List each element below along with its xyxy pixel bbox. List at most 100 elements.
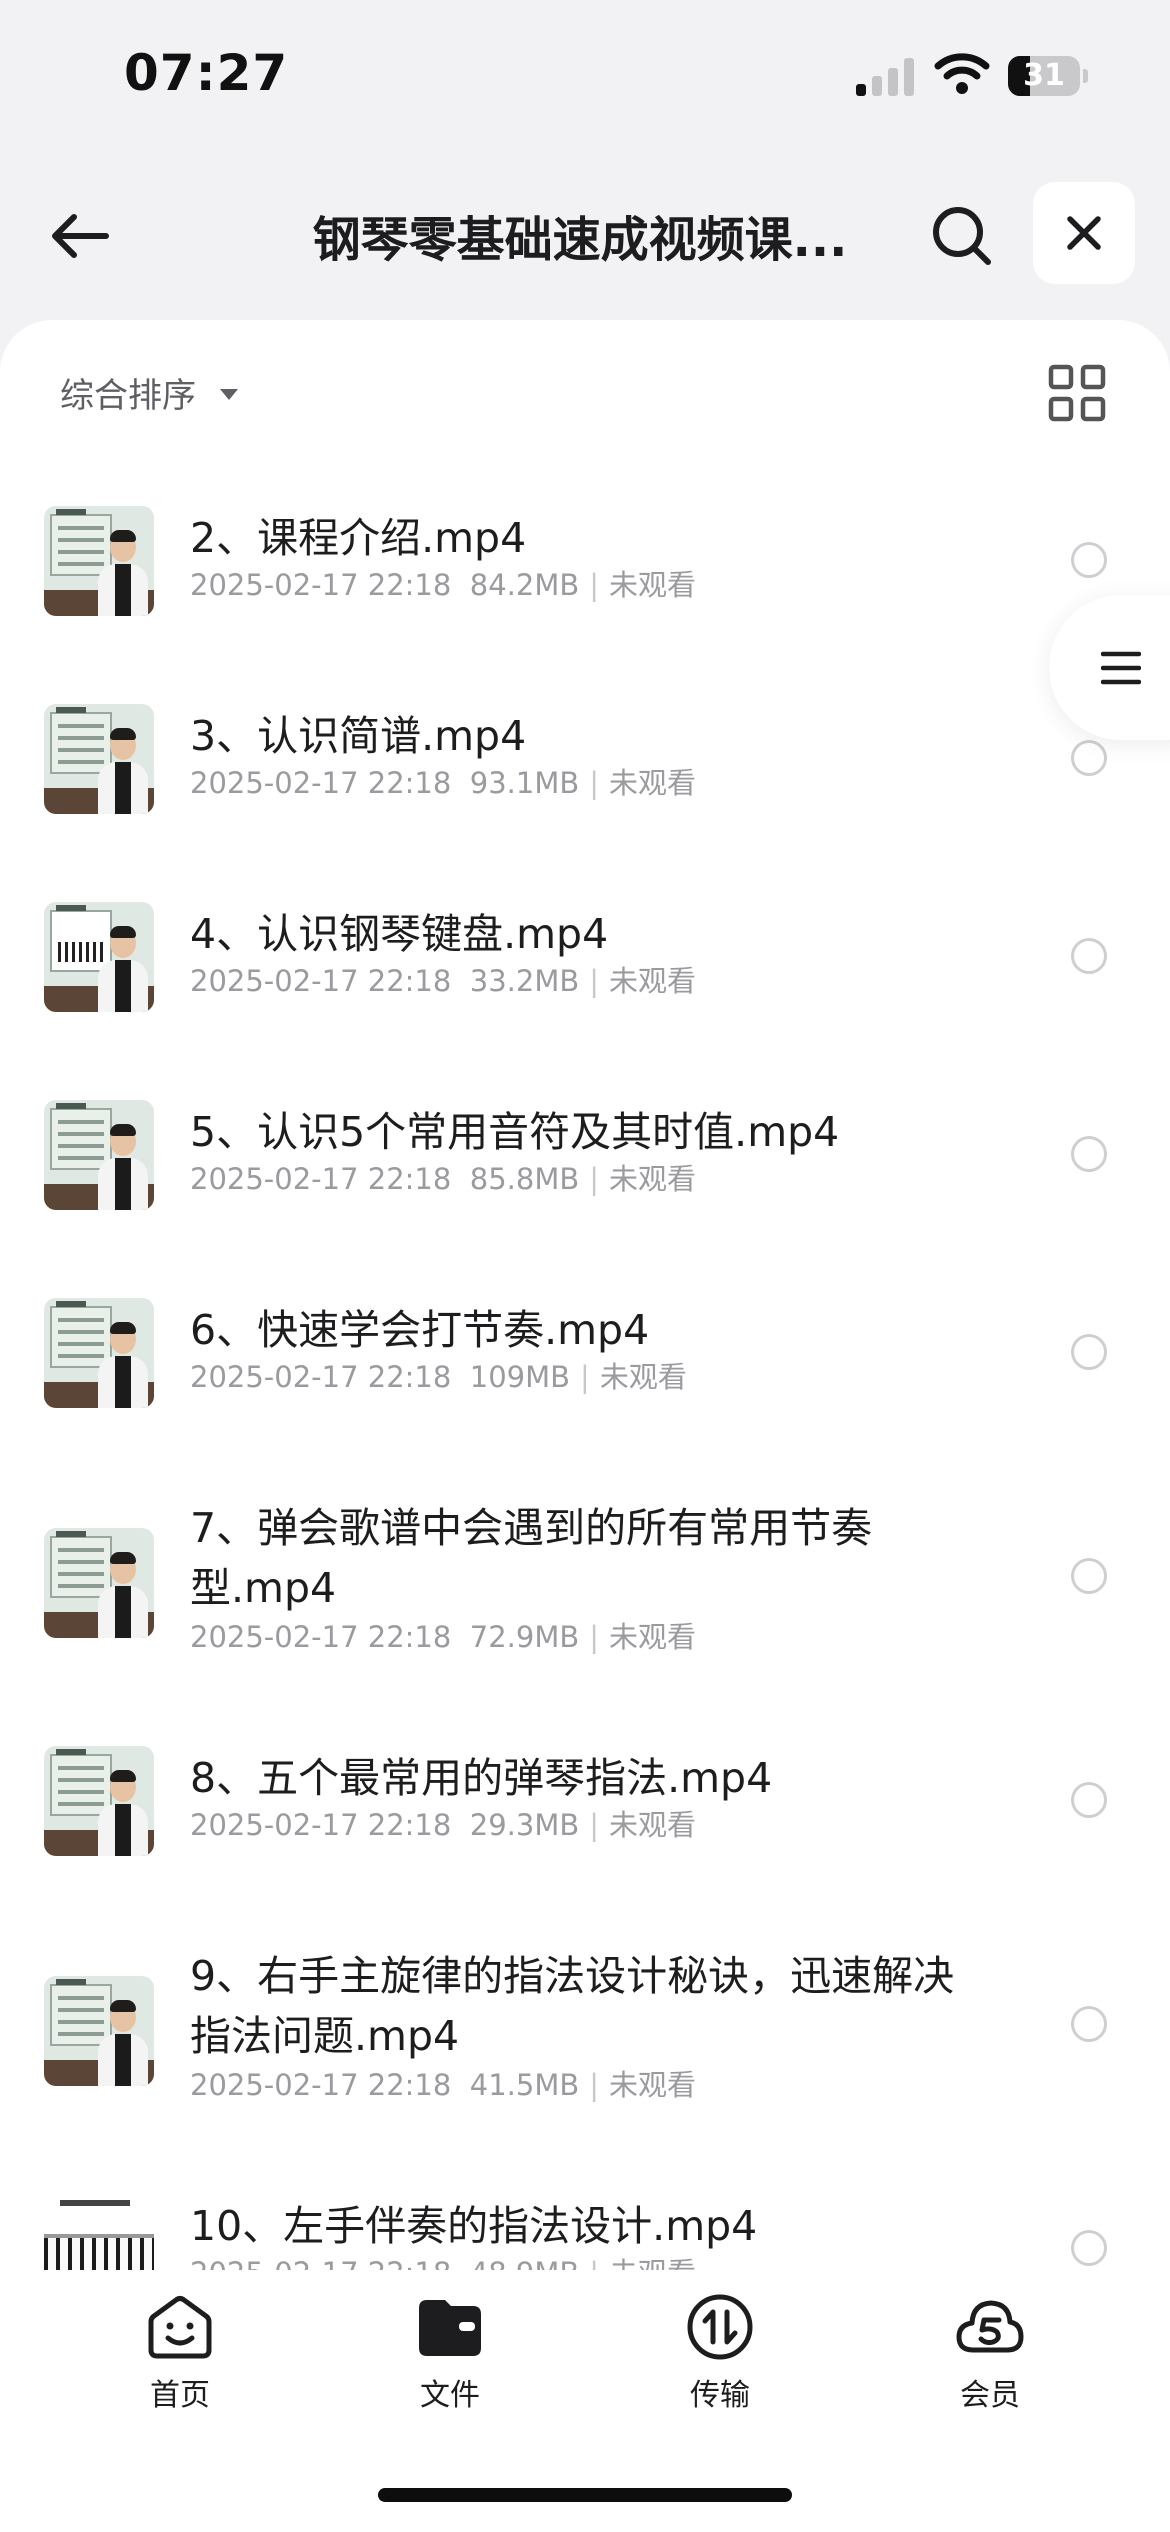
watch-status: 未观看 [609,1620,697,1654]
watch-status: 未观看 [609,1162,697,1196]
meta-separator: | [589,1620,600,1654]
tab-membership-label: 会员 [960,2378,1020,2413]
meta-separator: | [589,568,600,602]
cellular-signal-icon [856,58,916,96]
file-row[interactable]: 3、认识简谱.mp4 2025-02-17 22:18 93.1MB | 未观看 [0,668,1170,866]
status-bar: 07:27 31 [0,0,1170,150]
file-row[interactable]: 2、课程介绍.mp4 2025-02-17 22:18 84.2MB | 未观看 [0,470,1170,668]
caret-down-icon [220,388,238,400]
file-row[interactable]: 9、右手主旋律的指法设计秘诀，迅速解决指法问题.mp4 2025-02-17 22… [0,1908,1170,2158]
file-name: 2、课程介绍.mp4 [190,514,527,562]
sort-bar: 综合排序 [0,320,1170,470]
file-row[interactable]: 4、认识钢琴键盘.mp4 2025-02-17 22:18 33.2MB | 未观看 [0,866,1170,1064]
grid-view-icon[interactable] [1048,364,1106,422]
video-thumbnail [44,902,154,1012]
tab-membership[interactable]: 会员 [910,2292,1070,2422]
meta-separator: | [580,1360,590,1394]
file-meta: 2025-02-17 22:18 93.1MB | 未观看 [190,760,696,802]
select-radio[interactable] [1071,2006,1107,2042]
video-thumbnail [44,1976,154,2086]
select-radio[interactable] [1071,2230,1107,2266]
file-row[interactable]: 8、五个最常用的弹琴指法.mp4 2025-02-17 22:18 29.3MB |… [0,1710,1170,1908]
file-date: 2025-02-17 22:18 [190,964,452,998]
video-thumbnail [44,1746,154,1856]
meta-spacer [451,964,469,998]
meta-spacer [451,568,469,602]
select-radio[interactable] [1071,938,1107,974]
video-thumbnail [44,2194,154,2280]
back-button[interactable] [40,196,120,276]
search-button[interactable] [920,194,1004,278]
close-button[interactable] [1033,182,1135,284]
file-size: 93.1MB [469,766,580,800]
file-date: 2025-02-17 22:18 [190,1808,452,1842]
meta-separator: | [589,766,600,800]
file-date: 2025-02-17 22:18 [190,1162,452,1196]
status-time: 07:27 [124,44,289,102]
file-list: 2、课程介绍.mp4 2025-02-17 22:18 84.2MB | 未观看 3、认… [0,470,1170,2280]
watch-status: 未观看 [609,964,697,998]
meta-spacer [451,2068,469,2102]
meta-spacer [451,1162,469,1196]
file-meta: 2025-02-17 22:18 109MB | 未观看 [190,1354,687,1396]
battery-level: 31 [1023,58,1065,93]
folder-icon [419,2300,481,2356]
file-date: 2025-02-17 22:18 [190,2068,452,2102]
arrow-left-icon [52,214,109,258]
select-radio[interactable] [1071,1558,1107,1594]
file-meta: 2025-02-17 22:18 84.2MB | 未观看 [190,562,696,604]
sort-dropdown[interactable]: 综合排序 [60,364,238,420]
watch-status: 未观看 [609,568,697,602]
select-radio[interactable] [1071,542,1107,578]
select-radio[interactable] [1071,1782,1107,1818]
tab-files-label: 文件 [420,2378,480,2413]
file-meta: 2025-02-17 22:18 33.2MB | 未观看 [190,958,696,1000]
file-date: 2025-02-17 22:18 [190,766,452,800]
file-list-panel: 综合排序 2、课程介绍.mp4 2025-02-17 22:18 84.2MB | 未… [0,320,1170,2280]
file-name: 7、弹会歌谱中会遇到的所有常用节奏型.mp4 [190,1504,873,1612]
file-date: 2025-02-17 22:18 [190,1360,452,1394]
select-radio[interactable] [1071,1136,1107,1172]
file-meta: 2025-02-17 22:18 29.3MB | 未观看 [190,1802,696,1844]
tab-home-label: 首页 [150,2378,210,2413]
file-row[interactable]: 10、左手伴奏的指法设计.mp4 2025-02-17 22:18 48.9MB |… [0,2158,1170,2280]
bottom-tab-bar: 首页 文件 传输 会员 [0,2270,1170,2532]
file-size: 29.3MB [469,1808,580,1842]
file-size: 84.2MB [469,568,580,602]
sort-label: 综合排序 [60,375,196,416]
page-title: 钢琴零基础速成视频课... [312,212,848,268]
tab-transfer[interactable]: 传输 [640,2292,800,2422]
video-thumbnail [44,704,154,814]
file-row[interactable]: 7、弹会歌谱中会遇到的所有常用节奏型.mp4 2025-02-17 22:18 7… [0,1460,1170,1710]
file-name: 10、左手伴奏的指法设计.mp4 [190,2202,758,2250]
tab-home[interactable]: 首页 [100,2292,260,2422]
top-nav: 钢琴零基础速成视频课... [0,170,1170,290]
watch-status: 未观看 [609,2068,697,2102]
file-row[interactable]: 6、快速学会打节奏.mp4 2025-02-17 22:18 109MB | 未观看 [0,1262,1170,1460]
file-name: 3、认识简谱.mp4 [190,712,527,760]
file-name: 4、认识钢琴键盘.mp4 [190,910,609,958]
file-date: 2025-02-17 22:18 [190,568,452,602]
file-size: 85.8MB [469,1162,580,1196]
file-size: 41.5MB [469,2068,580,2102]
watch-status: 未观看 [609,766,697,800]
meta-separator: | [589,1808,600,1842]
search-icon [933,207,991,265]
meta-spacer [451,1620,469,1654]
file-row[interactable]: 5、认识5个常用音符及其时值.mp4 2025-02-17 22:18 85.8M… [0,1064,1170,1262]
file-size: 33.2MB [469,964,580,998]
file-size: 72.9MB [469,1620,580,1654]
file-size: 109MB [469,1360,571,1394]
select-radio[interactable] [1071,1334,1107,1370]
tab-files[interactable]: 文件 [370,2292,530,2422]
file-name: 5、认识5个常用音符及其时值.mp4 [190,1108,840,1156]
menu-lines-icon [1101,651,1141,684]
home-smile-icon [148,2296,212,2359]
meta-separator: | [589,1162,600,1196]
battery-icon: 31 [1008,56,1088,96]
video-thumbnail [44,506,154,616]
meta-spacer [451,1808,469,1842]
wifi-icon [934,53,990,94]
select-radio[interactable] [1071,740,1107,776]
video-thumbnail [44,1298,154,1408]
